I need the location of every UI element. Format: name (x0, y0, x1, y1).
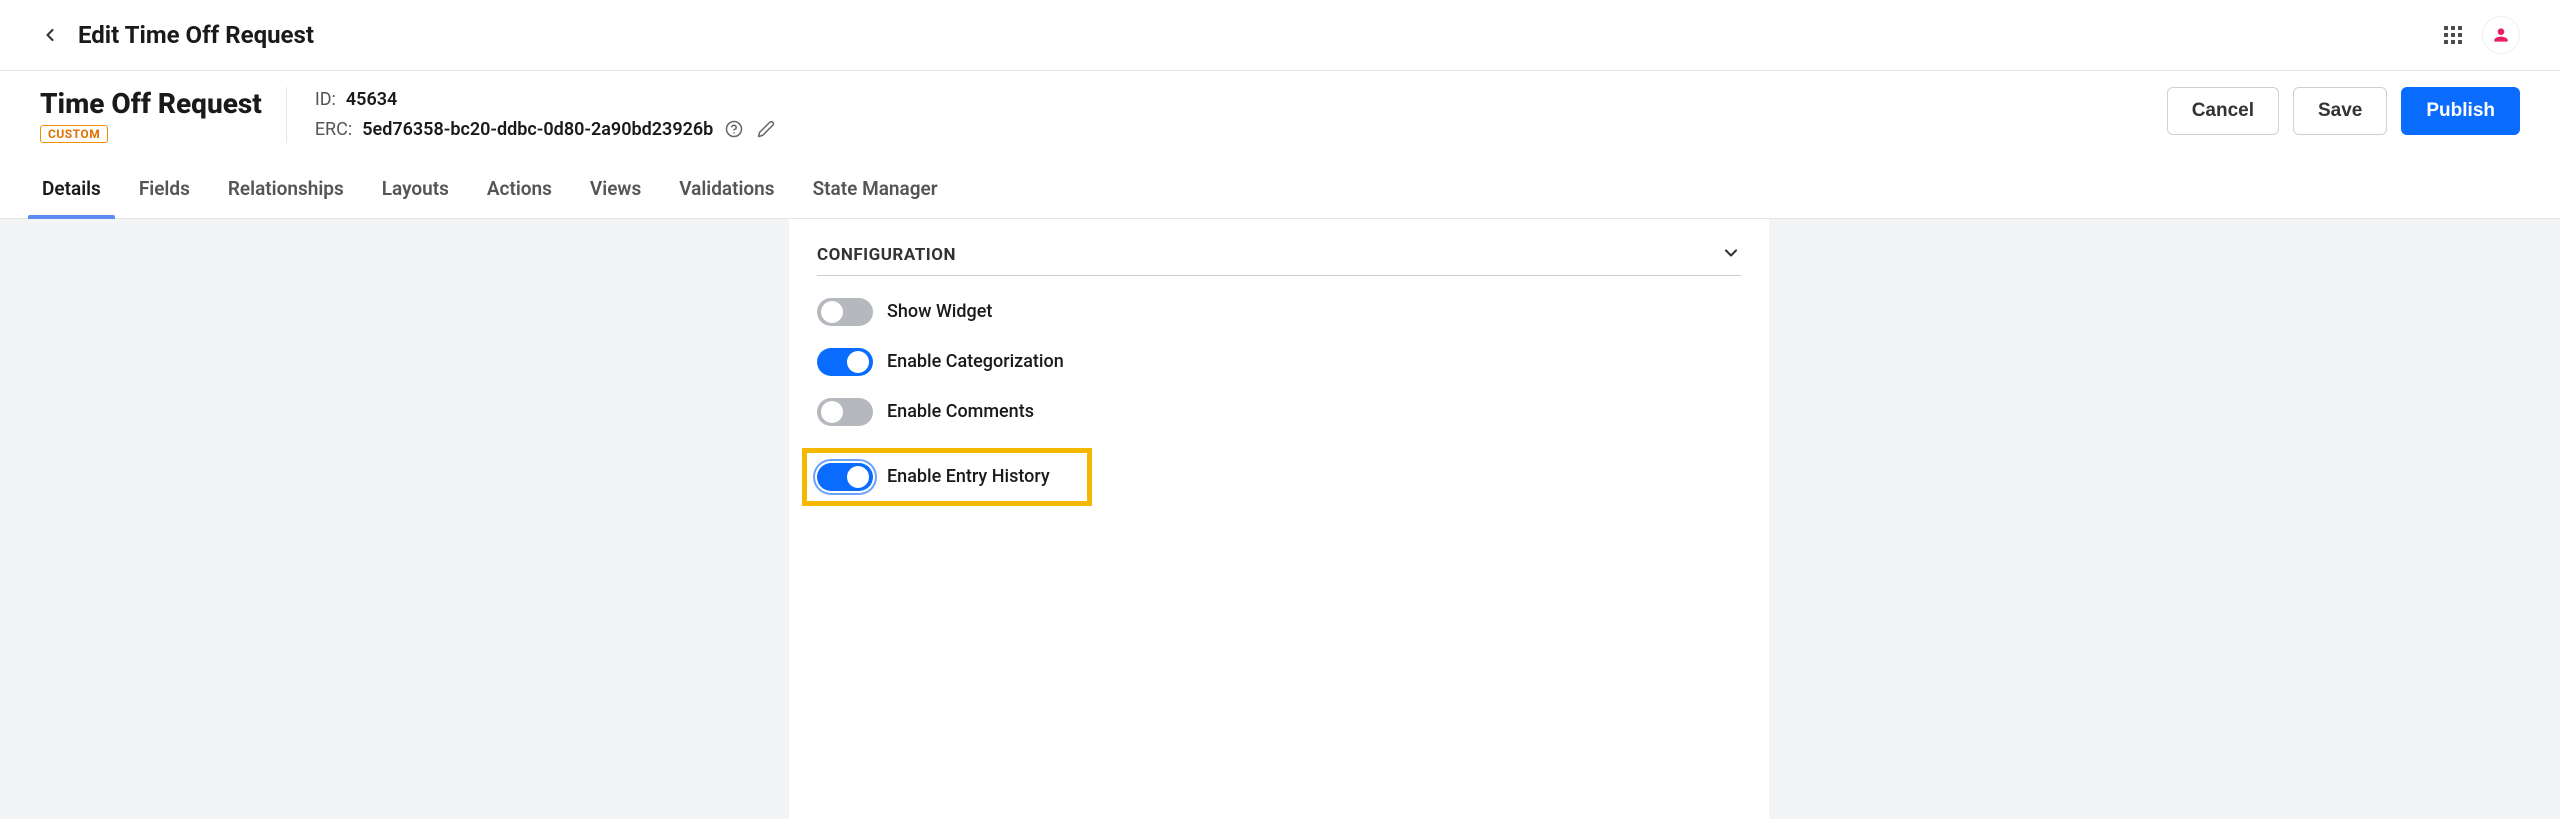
chevron-down-icon (1721, 243, 1741, 263)
configuration-title: CONFIGURATION (817, 245, 956, 265)
config-label-show-widget: Show Widget (887, 301, 992, 322)
toggle-enable-categorization[interactable] (817, 348, 873, 376)
meta-row-erc: ERC: 5ed76358-bc20-ddbc-0d80-2a90bd23926… (315, 118, 778, 140)
object-block: Time Off Request CUSTOM (40, 87, 287, 143)
toggle-show-widget[interactable] (817, 298, 873, 326)
tab-fields[interactable]: Fields (137, 159, 192, 218)
cancel-button[interactable]: Cancel (2167, 87, 2279, 135)
topbar-right (2444, 16, 2520, 54)
tab-actions[interactable]: Actions (485, 159, 554, 218)
help-button[interactable] (723, 118, 745, 140)
config-row-enable-categorization: Enable Categorization (817, 348, 1741, 376)
header: Time Off Request CUSTOM ID: 45634 ERC: 5… (0, 71, 2560, 159)
header-left: Time Off Request CUSTOM ID: 45634 ERC: 5… (40, 87, 777, 143)
config-row-enable-entry-history: Enable Entry History (802, 448, 1092, 506)
meta-rows: ID: 45634 ERC: 5ed76358-bc20-ddbc-0d80-2… (315, 89, 778, 140)
config-label-enable-categorization: Enable Categorization (887, 351, 1064, 372)
chevron-left-icon (40, 25, 60, 45)
pencil-icon (757, 120, 775, 138)
collapse-configuration-button[interactable] (1721, 243, 1741, 267)
tabs-wrapper: Details Fields Relationships Layouts Act… (0, 159, 2560, 219)
custom-badge: CUSTOM (40, 125, 108, 143)
save-button[interactable]: Save (2293, 87, 2387, 135)
content-area: CONFIGURATION Show Widget Enable Categor… (0, 219, 2560, 819)
configuration-section-header[interactable]: CONFIGURATION (817, 243, 1741, 276)
id-value: 45634 (346, 89, 397, 110)
topbar: Edit Time Off Request (0, 0, 2560, 71)
configuration-card: CONFIGURATION Show Widget Enable Categor… (789, 219, 1769, 819)
apps-grid-icon[interactable] (2444, 26, 2462, 44)
tab-layouts[interactable]: Layouts (380, 159, 451, 218)
toggle-enable-entry-history[interactable] (817, 463, 873, 491)
help-circle-icon (725, 120, 743, 138)
topbar-left: Edit Time Off Request (40, 21, 314, 49)
page-title: Edit Time Off Request (78, 21, 314, 49)
tab-relationships[interactable]: Relationships (226, 159, 346, 218)
back-button[interactable] (40, 25, 60, 45)
config-label-enable-entry-history: Enable Entry History (887, 466, 1050, 487)
erc-value: 5ed76358-bc20-ddbc-0d80-2a90bd23926b (362, 119, 713, 140)
tab-views[interactable]: Views (588, 159, 643, 218)
toggle-enable-comments[interactable] (817, 398, 873, 426)
object-name: Time Off Request (40, 87, 262, 121)
publish-button[interactable]: Publish (2401, 87, 2520, 135)
person-icon (2491, 25, 2511, 45)
erc-label: ERC: (315, 119, 352, 140)
header-actions: Cancel Save Publish (2167, 87, 2520, 135)
tab-state-manager[interactable]: State Manager (811, 159, 940, 218)
id-label: ID: (315, 89, 336, 110)
tab-details[interactable]: Details (40, 159, 103, 218)
configuration-list: Show Widget Enable Categorization Enable… (817, 298, 1741, 506)
edit-erc-button[interactable] (755, 118, 777, 140)
tab-validations[interactable]: Validations (677, 159, 776, 218)
meta-row-id: ID: 45634 (315, 89, 778, 110)
config-row-enable-comments: Enable Comments (817, 398, 1741, 426)
config-label-enable-comments: Enable Comments (887, 401, 1034, 422)
avatar[interactable] (2482, 16, 2520, 54)
tabs: Details Fields Relationships Layouts Act… (0, 159, 2560, 218)
config-row-show-widget: Show Widget (817, 298, 1741, 326)
